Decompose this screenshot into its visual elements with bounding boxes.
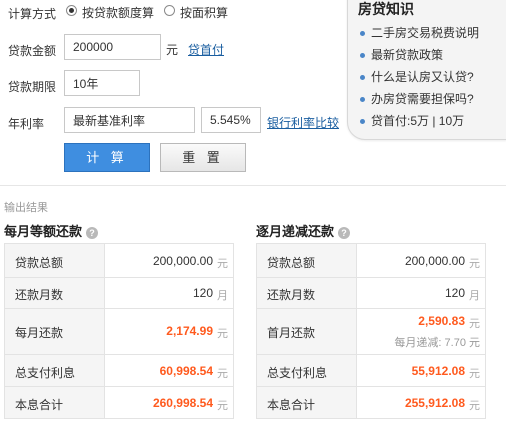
- rate-compare-link[interactable]: 银行利率比较: [267, 114, 339, 131]
- row-label: 总支付利息: [15, 366, 76, 380]
- decreasing-heading-text: 逐月递减还款: [256, 224, 335, 239]
- row-label: 总支付利息: [267, 366, 328, 380]
- row-unit: 元: [469, 400, 480, 412]
- decreasing-table: 贷款总额 200,000.00 元 还款月数 120 月 首月还款 2,590.…: [256, 243, 486, 419]
- method-radio-by-amount[interactable]: [66, 5, 77, 16]
- table-row: 每月还款 2,174.99 元: [5, 309, 233, 355]
- knowledge-item-guarantee[interactable]: 办房贷需要担保吗?: [360, 90, 474, 107]
- row-unit: 元: [217, 258, 228, 270]
- row-label: 还款月数: [15, 288, 64, 302]
- table-row: 还款月数 120 月: [5, 278, 233, 309]
- knowledge-item-downpay[interactable]: 贷首付:5万 | 10万: [360, 112, 464, 129]
- row-value: 260,998.54: [152, 396, 213, 410]
- calc-method-label: 计算方式: [8, 7, 57, 21]
- decreasing-heading: 逐月递减还款?: [256, 221, 351, 240]
- loan-term-label: 贷款期限: [8, 80, 57, 94]
- row-label: 每月还款: [15, 326, 64, 340]
- row-label: 本息合计: [267, 398, 316, 412]
- bullet-icon: [360, 97, 365, 103]
- table-row: 贷款总额 200,000.00 元: [257, 244, 485, 278]
- row-unit: 元: [217, 328, 228, 340]
- knowledge-item-text[interactable]: 贷首付:5万 | 10万: [371, 114, 464, 128]
- help-icon[interactable]: ?: [86, 226, 99, 239]
- row-value: 60,998.54: [159, 364, 213, 378]
- equal-installment-heading-text: 每月等额还款: [4, 224, 83, 239]
- method-radio-by-amount-label[interactable]: 按贷款额度算: [82, 4, 154, 21]
- loan-amount-input[interactable]: [64, 34, 161, 60]
- loan-amount-unit: 元: [166, 43, 179, 57]
- row-value: 55,912.08: [411, 364, 465, 378]
- loan-term-select[interactable]: [64, 70, 140, 96]
- row-value: 200,000.00: [152, 254, 213, 268]
- reset-button[interactable]: 重 置: [160, 143, 246, 172]
- results-section-title: 输出结果: [4, 202, 48, 214]
- equal-installment-heading: 每月等额还款?: [4, 221, 99, 240]
- row-unit: 元: [469, 368, 480, 380]
- loan-amount-label: 贷款金额: [8, 44, 57, 58]
- method-radio-by-area-label[interactable]: 按面积算: [180, 4, 228, 21]
- down-payment-link[interactable]: 贷首付: [188, 41, 224, 58]
- interest-rate-label: 年利率: [8, 117, 45, 131]
- monthly-decrease-note: 每月递减: 7.70 元: [394, 337, 480, 349]
- calculate-button[interactable]: 计 算: [64, 143, 150, 172]
- help-icon[interactable]: ?: [338, 226, 351, 239]
- knowledge-item-text[interactable]: 二手房交易税费说明: [371, 26, 479, 40]
- row-unit: 月: [469, 290, 480, 302]
- bullet-icon: [360, 31, 365, 37]
- table-row: 贷款总额 200,000.00 元: [5, 244, 233, 278]
- table-row: 本息合计 260,998.54 元: [5, 387, 233, 419]
- knowledge-item-rule[interactable]: 什么是认房又认贷?: [360, 68, 474, 85]
- row-label: 本息合计: [15, 398, 64, 412]
- table-row: 本息合计 255,912.08 元: [257, 387, 485, 419]
- row-unit: 元: [469, 318, 480, 330]
- table-row: 总支付利息 55,912.08 元: [257, 355, 485, 387]
- knowledge-item-policy[interactable]: 最新贷款政策: [360, 46, 443, 63]
- row-value: 2,590.83: [418, 314, 465, 328]
- table-row: 还款月数 120 月: [257, 278, 485, 309]
- table-row: 首月还款 2,590.83 元 每月递减: 7.70 元: [257, 309, 485, 355]
- row-value: 120: [444, 286, 465, 300]
- rate-type-select[interactable]: [64, 107, 195, 133]
- bullet-icon: [360, 75, 365, 81]
- row-unit: 元: [217, 400, 228, 412]
- equal-installment-table: 贷款总额 200,000.00 元 还款月数 120 月 每月还款 2,174.…: [4, 243, 234, 419]
- knowledge-item-tax[interactable]: 二手房交易税费说明: [360, 24, 479, 41]
- row-label: 首月还款: [267, 326, 316, 340]
- rate-value-input[interactable]: [201, 107, 261, 133]
- row-value: 200,000.00: [404, 254, 465, 268]
- knowledge-item-text[interactable]: 最新贷款政策: [371, 48, 443, 62]
- row-unit: 元: [217, 368, 228, 380]
- knowledge-panel-title: 房贷知识: [358, 1, 414, 17]
- row-unit: 元: [469, 258, 480, 270]
- row-value: 2,174.99: [166, 324, 213, 338]
- knowledge-item-text[interactable]: 办房贷需要担保吗?: [371, 92, 474, 106]
- results-divider: [0, 185, 506, 186]
- row-label: 贷款总额: [15, 256, 64, 270]
- row-label: 还款月数: [267, 288, 316, 302]
- bullet-icon: [360, 119, 365, 125]
- table-row: 总支付利息 60,998.54 元: [5, 355, 233, 387]
- row-value: 120: [192, 286, 213, 300]
- row-unit: 月: [217, 290, 228, 302]
- method-radio-by-area[interactable]: [164, 5, 175, 16]
- bullet-icon: [360, 53, 365, 59]
- knowledge-item-text[interactable]: 什么是认房又认贷?: [371, 70, 474, 84]
- row-value: 255,912.08: [404, 396, 465, 410]
- row-label: 贷款总额: [267, 256, 316, 270]
- knowledge-panel: 房贷知识 二手房交易税费说明 最新贷款政策 什么是认房又认贷? 办房贷需要担保吗…: [347, 0, 506, 140]
